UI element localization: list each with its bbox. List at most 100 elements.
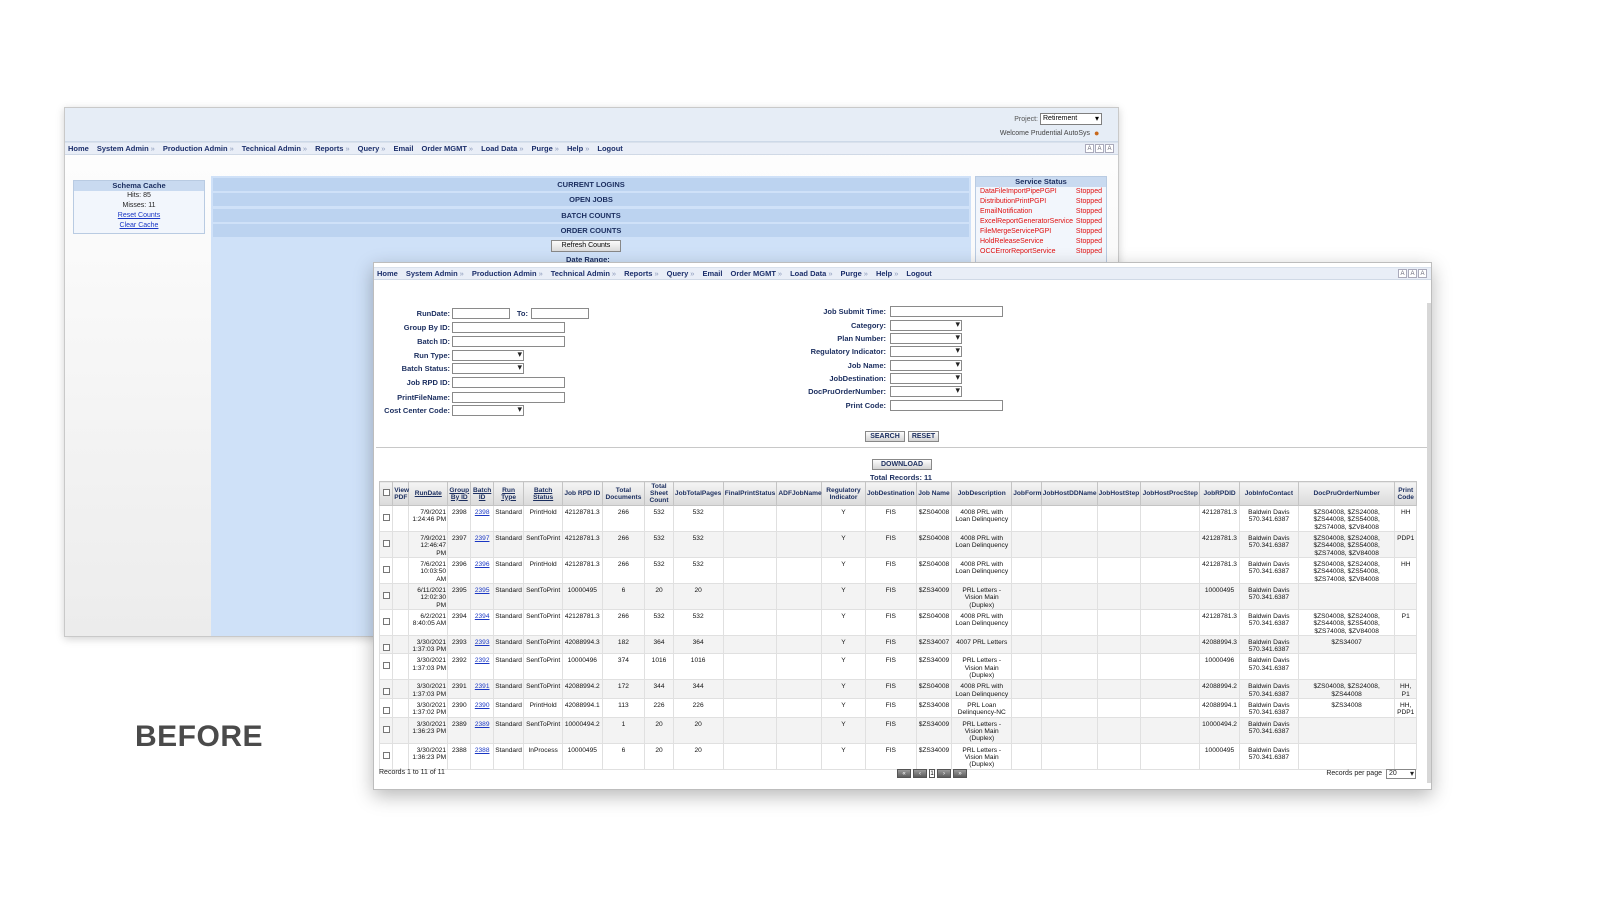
- job-submit-time-input[interactable]: [890, 305, 1003, 317]
- print-code-input[interactable]: [890, 399, 1003, 411]
- nav-reports[interactable]: Reports»: [624, 269, 659, 278]
- group-by-id-input[interactable]: [452, 321, 565, 333]
- nav-load-data[interactable]: Load Data»: [481, 144, 523, 153]
- row-checkbox[interactable]: [382, 618, 390, 625]
- nav-purge[interactable]: Purge»: [841, 269, 868, 278]
- clear-cache-link[interactable]: Clear Cache: [74, 221, 204, 231]
- header-batch-status[interactable]: Batch Status: [523, 481, 563, 506]
- nav-email[interactable]: Email: [702, 269, 722, 278]
- batch-id-link[interactable]: 2396: [470, 557, 494, 584]
- batch-id-input[interactable]: [452, 335, 565, 347]
- font-medium-icon[interactable]: A: [1095, 144, 1104, 153]
- header-batch-id[interactable]: Batch ID: [470, 481, 494, 506]
- batch-id-link[interactable]: 2389: [470, 716, 494, 744]
- font-large-icon[interactable]: A: [1418, 269, 1427, 278]
- current-logins-bar[interactable]: CURRENT LOGINS: [213, 178, 969, 191]
- select-all-checkbox[interactable]: [382, 489, 390, 496]
- nav-help[interactable]: Help»: [876, 269, 898, 278]
- nav-production-admin[interactable]: Production Admin»: [163, 144, 234, 153]
- table-row[interactable]: 3/30/2021 1:36:23 PM 2389 2389 Standard SentT…: [378, 716, 1417, 744]
- batch-id-link[interactable]: 2390: [470, 698, 494, 718]
- nav-query[interactable]: Query»: [358, 144, 386, 153]
- reset-counts-link[interactable]: Reset Counts: [74, 211, 204, 221]
- nav-email[interactable]: Email: [393, 144, 413, 153]
- records-per-page-select[interactable]: 20: [1386, 769, 1416, 779]
- plan-number-select[interactable]: [890, 332, 962, 344]
- nav-home[interactable]: Home: [377, 269, 398, 278]
- row-checkbox[interactable]: [382, 751, 390, 759]
- font-small-icon[interactable]: A: [1398, 269, 1407, 278]
- header-group-by-id[interactable]: Group By ID: [447, 481, 472, 506]
- nav-order-mgmt[interactable]: Order MGMT»: [421, 144, 473, 153]
- table-row[interactable]: 7/9/2021 12:46:47 PM 2397 2397 Standard SentT…: [378, 531, 1417, 558]
- nav-logout[interactable]: Logout: [906, 269, 931, 278]
- table-row[interactable]: 7/9/2021 1:24:46 PM 2398 2398 Standard PrintH…: [378, 505, 1417, 532]
- batch-counts-bar[interactable]: BATCH COUNTS: [213, 209, 969, 222]
- batch-id-link[interactable]: 2397: [470, 531, 494, 558]
- open-jobs-bar[interactable]: OPEN JOBS: [213, 193, 969, 206]
- table-row[interactable]: 3/30/2021 1:37:02 PM 2390 2390 Standard Print…: [378, 698, 1417, 718]
- batch-id-link[interactable]: 2393: [470, 634, 494, 655]
- batch-id-link[interactable]: 2392: [470, 653, 494, 681]
- job-destination-select[interactable]: [890, 372, 962, 384]
- table-row[interactable]: 6/2/2021 8:40:05 AM 2394 2394 Standard SentTo…: [378, 609, 1417, 636]
- category-select[interactable]: [890, 319, 962, 331]
- nav-technical-admin[interactable]: Technical Admin»: [551, 269, 616, 278]
- batch-id-link[interactable]: 2395: [470, 583, 494, 610]
- table-row[interactable]: 3/30/2021 1:37:03 PM 2393 2393 Standard SentT…: [378, 634, 1417, 655]
- row-checkbox[interactable]: [382, 688, 390, 696]
- font-small-icon[interactable]: A: [1085, 144, 1094, 153]
- project-select[interactable]: Retirement: [1040, 113, 1102, 125]
- prev-page-icon[interactable]: ‹: [913, 769, 927, 778]
- vertical-scrollbar[interactable]: [1427, 303, 1431, 783]
- row-checkbox[interactable]: [382, 514, 390, 521]
- table-row[interactable]: 3/30/2021 1:37:03 PM 2392 2392 Standard SentT…: [378, 653, 1417, 681]
- row-checkbox[interactable]: [382, 725, 390, 733]
- search-button[interactable]: SEARCH: [865, 431, 905, 442]
- rundate-to-input[interactable]: [531, 307, 589, 319]
- row-checkbox[interactable]: [382, 643, 390, 651]
- header-rundate[interactable]: RunDate: [408, 481, 449, 506]
- print-file-name-input[interactable]: [452, 391, 565, 403]
- batch-id-link[interactable]: 2394: [470, 609, 494, 636]
- user-icon[interactable]: ●: [1094, 128, 1104, 138]
- job-name-select[interactable]: [890, 359, 962, 371]
- batch-id-link[interactable]: 2398: [470, 505, 494, 532]
- header-run-type[interactable]: Run Type: [492, 481, 525, 506]
- refresh-counts-button[interactable]: Refresh Counts: [551, 240, 621, 252]
- nav-purge[interactable]: Purge»: [532, 144, 559, 153]
- job-rpd-id-input[interactable]: [452, 376, 565, 388]
- nav-order-mgmt[interactable]: Order MGMT»: [730, 269, 782, 278]
- row-checkbox[interactable]: [382, 707, 390, 715]
- batch-id-link[interactable]: 2391: [470, 679, 494, 700]
- batch-status-select[interactable]: [452, 362, 524, 374]
- run-type-select[interactable]: [452, 349, 524, 361]
- nav-home[interactable]: Home: [68, 144, 89, 153]
- download-button[interactable]: DOWNLOAD: [872, 459, 932, 470]
- nav-load-data[interactable]: Load Data»: [790, 269, 832, 278]
- row-checkbox[interactable]: [382, 540, 390, 547]
- doc-pru-order-number-select[interactable]: [890, 385, 962, 397]
- table-row[interactable]: 3/30/2021 1:36:23 PM 2388 2388 Standard InPro…: [378, 742, 1417, 770]
- row-checkbox[interactable]: [382, 566, 390, 573]
- next-page-icon[interactable]: ›: [937, 769, 951, 778]
- nav-reports[interactable]: Reports»: [315, 144, 350, 153]
- current-page[interactable]: 1: [929, 769, 935, 778]
- row-checkbox[interactable]: [382, 662, 390, 670]
- nav-system-admin[interactable]: System Admin»: [406, 269, 464, 278]
- nav-help[interactable]: Help»: [567, 144, 589, 153]
- first-page-icon[interactable]: «: [897, 769, 911, 778]
- table-row[interactable]: 7/6/2021 10:03:50 AM 2396 2396 Standard Print…: [378, 557, 1417, 584]
- regulatory-indicator-select[interactable]: [890, 345, 962, 357]
- nav-query[interactable]: Query»: [667, 269, 695, 278]
- font-medium-icon[interactable]: A: [1408, 269, 1417, 278]
- reset-button[interactable]: RESET: [908, 431, 939, 442]
- cost-center-code-select[interactable]: [452, 404, 524, 416]
- select-all-header[interactable]: [378, 481, 394, 506]
- nav-production-admin[interactable]: Production Admin»: [472, 269, 543, 278]
- table-row[interactable]: 3/30/2021 1:37:03 PM 2391 2391 Standard SentT…: [378, 679, 1417, 700]
- row-checkbox[interactable]: [382, 592, 390, 599]
- last-page-icon[interactable]: »: [953, 769, 967, 778]
- rundate-from-input[interactable]: [452, 307, 510, 319]
- nav-logout[interactable]: Logout: [597, 144, 622, 153]
